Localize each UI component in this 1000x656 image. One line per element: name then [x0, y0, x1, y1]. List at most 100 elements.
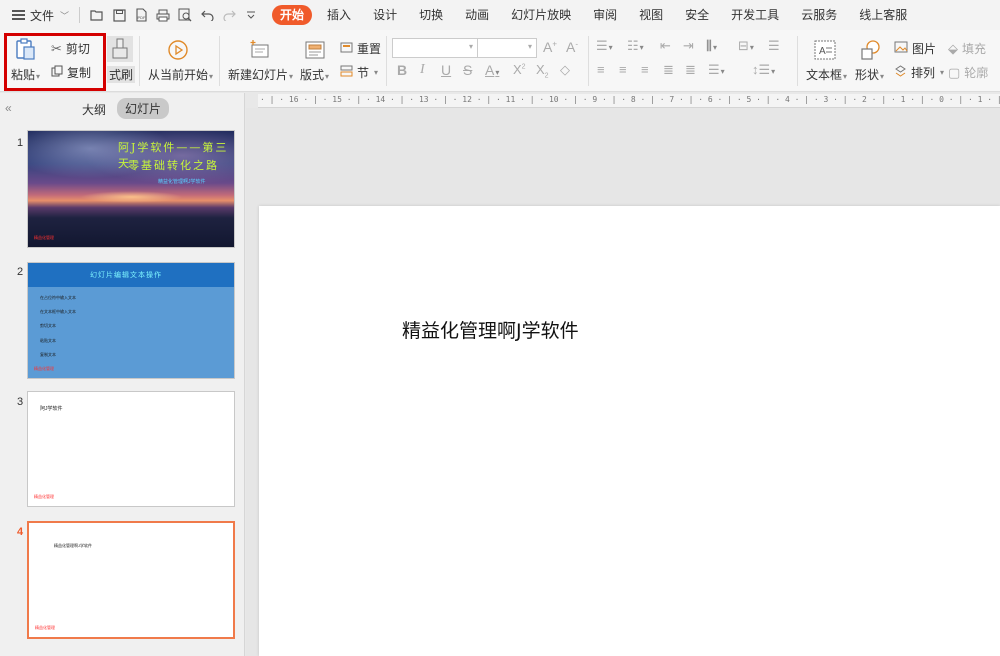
- numbered-list-icon[interactable]: ☷▾: [627, 38, 644, 54]
- fill-button[interactable]: ⬙ 填充: [948, 40, 986, 57]
- current-slide[interactable]: 精益化管理啊J学软件: [259, 206, 1000, 656]
- tab-animations[interactable]: 动画: [454, 5, 500, 25]
- new-slide-icon[interactable]: [248, 38, 272, 62]
- font-size-select[interactable]: ▾: [477, 38, 537, 58]
- tab-slideshow[interactable]: 幻灯片放映: [500, 5, 582, 25]
- print-icon[interactable]: [152, 4, 174, 26]
- clear-format-icon[interactable]: ◇: [560, 62, 570, 78]
- textbox-button[interactable]: 文本框▾: [806, 66, 847, 83]
- svg-text:A: A: [819, 46, 826, 57]
- strikethrough-icon[interactable]: S: [463, 62, 472, 78]
- from-current-label: 从当前开始: [148, 68, 209, 82]
- ribbon-toolbar: 粘贴▾ ✂ 剪切 复制 式刷 从当前开始▾ 新建幻灯片▾ 版式▾ 重置 节 ▾ …: [0, 30, 1000, 92]
- decrease-font-icon[interactable]: A-: [566, 39, 578, 55]
- divider: [139, 36, 140, 86]
- justify-icon[interactable]: ≣: [663, 62, 674, 78]
- distributed-icon[interactable]: ≣: [685, 62, 696, 78]
- textbox-icon[interactable]: A: [812, 38, 838, 62]
- increase-indent-icon[interactable]: ⇥: [683, 38, 694, 54]
- undo-icon[interactable]: [196, 4, 218, 26]
- from-current-button[interactable]: 从当前开始▾: [148, 66, 213, 83]
- layout-button[interactable]: 版式▾: [300, 66, 329, 83]
- new-slide-label: 新建幻灯片: [228, 68, 289, 82]
- align-left-icon[interactable]: ≡: [597, 62, 605, 77]
- align-right-icon[interactable]: ≡: [641, 62, 649, 77]
- new-slide-button[interactable]: 新建幻灯片▾: [228, 66, 293, 83]
- slide-thumbnail-1[interactable]: 阿J学软件——第三天 零基础转化之路 精益化管理啊J学软件 精益化管理: [27, 130, 235, 248]
- align-text-icon[interactable]: ⊟▾: [738, 38, 754, 54]
- paragraph-spacing-icon[interactable]: ☰▾: [708, 62, 725, 78]
- shape-button[interactable]: 形状▾: [855, 66, 884, 83]
- tab-security[interactable]: 安全: [674, 5, 720, 25]
- customize-dropdown-icon[interactable]: [240, 4, 262, 26]
- thumb-footer: 精益化管理: [35, 625, 55, 630]
- bold-icon[interactable]: B: [397, 62, 407, 78]
- tab-transitions[interactable]: 切换: [408, 5, 454, 25]
- layout-label: 版式: [300, 68, 325, 82]
- picture-button[interactable]: 图片: [894, 40, 936, 57]
- tab-online-support[interactable]: 线上客服: [848, 5, 918, 25]
- slide-number: 2: [17, 266, 24, 278]
- format-painter-icon[interactable]: [107, 36, 133, 62]
- chevron-down-icon: ▾: [940, 68, 945, 77]
- chevron-down-icon: ▾: [374, 68, 379, 77]
- format-painter-button[interactable]: 式刷: [107, 66, 136, 83]
- print-preview-icon[interactable]: [174, 4, 196, 26]
- section-button[interactable]: 节 ▾: [340, 64, 378, 81]
- columns-icon[interactable]: ☰: [768, 38, 780, 54]
- divider: [588, 36, 589, 86]
- thumb-footer: 精益化管理: [34, 494, 54, 499]
- slide-thumbnail-2[interactable]: 幻灯片编辑文本操作 在占位符中输入文本 在文本框中输入文本 剪切文本 粘贴文本 …: [27, 262, 235, 379]
- shape-icon[interactable]: [858, 38, 882, 62]
- tab-cloud-service[interactable]: 云服务: [790, 5, 848, 25]
- picture-icon: [894, 41, 908, 56]
- open-folder-icon[interactable]: [86, 4, 108, 26]
- chevron-down-icon: ▾: [325, 72, 330, 81]
- arrange-button[interactable]: 排列 ▾: [894, 64, 944, 81]
- slide-text[interactable]: 精益化管理啊J学软件: [402, 316, 579, 343]
- file-menu[interactable]: 文件 ﹀: [0, 0, 69, 30]
- tab-review[interactable]: 审阅: [582, 5, 628, 25]
- tab-outline[interactable]: 大纲: [82, 101, 106, 118]
- tab-slides[interactable]: 幻灯片: [117, 98, 170, 119]
- save-icon[interactable]: [108, 4, 130, 26]
- thumb-footer: 精益化管理: [34, 235, 54, 240]
- align-center-icon[interactable]: ≡: [619, 62, 627, 77]
- italic-icon[interactable]: I: [420, 62, 425, 78]
- text-direction-icon[interactable]: ⫼▾: [706, 38, 717, 54]
- tab-design[interactable]: 设计: [362, 5, 408, 25]
- decrease-indent-icon[interactable]: ⇤: [660, 38, 671, 54]
- outline-icon: ▢: [948, 64, 961, 80]
- divider: [797, 36, 798, 86]
- slide-thumbnail-3[interactable]: 阿J学软件 精益化管理: [27, 391, 235, 507]
- reset-button[interactable]: 重置: [340, 40, 381, 57]
- horizontal-ruler[interactable]: · | · 16 · | · 15 · | · 14 · | · 13 · | …: [258, 94, 1000, 108]
- slides-panel: « 大纲 幻灯片 1 阿J学软件——第三天 零基础转化之路 精益化管理啊J学软件…: [0, 93, 245, 656]
- tab-insert[interactable]: 插入: [316, 5, 362, 25]
- textbox-label: 文本框: [806, 68, 843, 82]
- bullet-list-icon[interactable]: ☰▾: [596, 38, 613, 54]
- play-icon[interactable]: [166, 38, 190, 62]
- tab-developer[interactable]: 开发工具: [720, 5, 790, 25]
- slide-number: 4: [17, 526, 24, 538]
- tab-home[interactable]: 开始: [272, 5, 313, 25]
- tab-view[interactable]: 视图: [628, 5, 674, 25]
- redo-icon[interactable]: [218, 4, 240, 26]
- superscript-icon[interactable]: X2: [513, 62, 526, 77]
- shape-label: 形状: [855, 68, 880, 82]
- collapse-panel-icon[interactable]: «: [5, 101, 12, 115]
- font-name-select[interactable]: ▾: [392, 38, 478, 58]
- subscript-icon[interactable]: X2: [536, 62, 549, 80]
- pdf-export-icon[interactable]: PDF: [130, 4, 152, 26]
- font-color-icon[interactable]: A▾: [485, 62, 499, 78]
- file-menu-label: 文件: [30, 8, 55, 23]
- line-spacing-icon[interactable]: ↕☰▾: [752, 62, 775, 78]
- underline-icon[interactable]: U: [441, 62, 451, 78]
- outline-button[interactable]: ▢ 轮廓: [948, 64, 988, 81]
- clipboard-highlight-box: [4, 33, 106, 91]
- picture-label: 图片: [912, 42, 937, 56]
- layout-icon[interactable]: [303, 38, 327, 62]
- svg-text:PDF: PDF: [137, 15, 146, 20]
- increase-font-icon[interactable]: A+: [543, 39, 557, 55]
- slide-thumbnail-4[interactable]: 精益化管理啊J学软件 精益化管理: [27, 521, 235, 639]
